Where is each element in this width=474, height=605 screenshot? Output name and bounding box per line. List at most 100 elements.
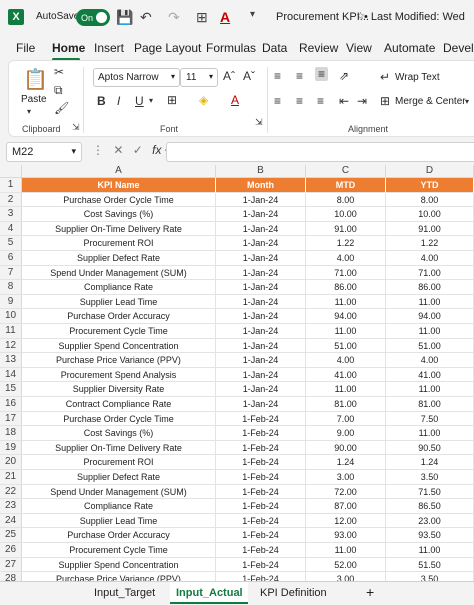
underline-dropdown-icon[interactable]: ▾: [149, 96, 153, 105]
save-icon[interactable]: 💾: [116, 9, 133, 26]
cell-ytd[interactable]: 93.50: [386, 528, 474, 543]
cell-ytd[interactable]: 81.00: [386, 397, 474, 412]
cell-mtd[interactable]: 41.00: [306, 367, 386, 383]
header-kpi-name[interactable]: KPI Name: [22, 178, 216, 193]
row-number[interactable]: 26: [0, 543, 22, 558]
align-top-icon[interactable]: ≡: [274, 69, 281, 83]
cell-kpi-name[interactable]: Supplier Defect Rate: [22, 251, 216, 266]
cell-mtd[interactable]: 10.00: [306, 207, 386, 222]
cell-month[interactable]: 1-Jan-24: [216, 382, 306, 397]
cell-ytd[interactable]: 11.00: [386, 382, 474, 397]
cell-ytd[interactable]: 3.50: [386, 470, 474, 485]
cell-mtd[interactable]: 91.00: [306, 221, 386, 237]
cell-month[interactable]: 1-Jan-24: [216, 192, 306, 208]
cell-kpi-name[interactable]: Purchase Order Cycle Time: [22, 411, 216, 427]
formula-input[interactable]: [166, 142, 474, 162]
cell-ytd[interactable]: 3.50: [386, 572, 474, 581]
row-number[interactable]: 14: [0, 367, 22, 383]
paste-icon[interactable]: 📋: [23, 67, 48, 92]
cell-ytd[interactable]: 1.24: [386, 455, 474, 470]
row-number[interactable]: 2: [0, 192, 22, 208]
italic-icon[interactable]: I: [117, 94, 120, 108]
orientation-icon[interactable]: ⇗: [339, 69, 349, 83]
cell-month[interactable]: 1-Jan-24: [216, 236, 306, 251]
paste-button[interactable]: Paste: [21, 94, 47, 105]
cell-kpi-name[interactable]: Cost Savings (%): [22, 207, 216, 222]
row-number[interactable]: 8: [0, 280, 22, 295]
cell-mtd[interactable]: 8.00: [306, 192, 386, 208]
font-color-icon[interactable]: A: [220, 9, 230, 25]
decrease-font-icon[interactable]: Aˇ: [243, 69, 255, 83]
increase-indent-icon[interactable]: ⇥: [357, 94, 367, 108]
row-number[interactable]: 18: [0, 426, 22, 441]
cell-kpi-name[interactable]: Purchase Price Variance (PPV): [22, 572, 216, 581]
insert-function-icon[interactable]: fx: [152, 143, 161, 157]
spreadsheet-grid[interactable]: A B C D 1 KPI Name Month MTD YTD 2 Purchase Or…: [0, 165, 474, 581]
cell-kpi-name[interactable]: Purchase Order Accuracy: [22, 528, 216, 543]
tab-page-layout[interactable]: Page Layout: [134, 41, 201, 55]
cell-kpi-name[interactable]: Cost Savings (%): [22, 426, 216, 441]
row-number[interactable]: 1: [0, 178, 22, 193]
cancel-icon[interactable]: ✕: [113, 143, 123, 157]
clipboard-dialog-launcher-icon[interactable]: ⇲: [72, 122, 80, 133]
align-bottom-icon[interactable]: ≡: [315, 67, 329, 81]
increase-font-icon[interactable]: Aˆ: [223, 69, 235, 83]
cell-month[interactable]: 1-Feb-24: [216, 455, 306, 470]
cell-month[interactable]: 1-Jan-24: [216, 397, 306, 412]
underline-icon[interactable]: U: [135, 94, 144, 108]
cell-month[interactable]: 1-Feb-24: [216, 543, 306, 558]
borders-icon[interactable]: ⊞: [167, 93, 177, 107]
header-month[interactable]: Month: [216, 178, 306, 193]
add-sheet-button[interactable]: +: [366, 584, 374, 600]
cell-mtd[interactable]: 3.00: [306, 470, 386, 485]
font-dialog-launcher-icon[interactable]: ⇲: [255, 117, 263, 128]
cell-ytd[interactable]: 23.00: [386, 513, 474, 529]
cut-icon[interactable]: ✂: [54, 65, 64, 79]
cell-kpi-name[interactable]: Supplier Diversity Rate: [22, 382, 216, 397]
cell-kpi-name[interactable]: Purchase Price Variance (PPV): [22, 353, 216, 368]
font-size-select[interactable]: 11 ▾: [180, 68, 218, 87]
paste-dropdown-icon[interactable]: ▾: [27, 107, 31, 116]
cell-month[interactable]: 1-Feb-24: [216, 528, 306, 543]
row-number[interactable]: 6: [0, 251, 22, 266]
cell-ytd[interactable]: 94.00: [386, 309, 474, 324]
cell-month[interactable]: 1-Feb-24: [216, 557, 306, 573]
cell-mtd[interactable]: 1.22: [306, 236, 386, 251]
row-number[interactable]: 17: [0, 411, 22, 427]
row-number[interactable]: 16: [0, 397, 22, 412]
cell-month[interactable]: 1-Jan-24: [216, 294, 306, 310]
cell-mtd[interactable]: 52.00: [306, 557, 386, 573]
cell-ytd[interactable]: 71.00: [386, 265, 474, 281]
cell-kpi-name[interactable]: Supplier Spend Concentration: [22, 338, 216, 354]
cell-month[interactable]: 1-Jan-24: [216, 367, 306, 383]
customize-qat-icon[interactable]: ▾: [250, 9, 255, 20]
column-header-a[interactable]: A: [22, 165, 216, 178]
row-number[interactable]: 21: [0, 470, 22, 485]
cell-kpi-name[interactable]: Procurement Spend Analysis: [22, 367, 216, 383]
cell-mtd[interactable]: 81.00: [306, 397, 386, 412]
font-name-select[interactable]: Aptos Narrow ▾: [93, 68, 180, 87]
tab-view[interactable]: View: [346, 41, 372, 55]
row-number[interactable]: 10: [0, 309, 22, 324]
row-number[interactable]: 5: [0, 236, 22, 251]
cell-ytd[interactable]: 86.50: [386, 499, 474, 514]
cell-kpi-name[interactable]: Supplier Spend Concentration: [22, 557, 216, 573]
align-center-icon[interactable]: ≡: [296, 94, 303, 108]
cell-month[interactable]: 1-Jan-24: [216, 309, 306, 324]
borders-icon[interactable]: ⊞: [196, 9, 208, 26]
cell-ytd[interactable]: 4.00: [386, 353, 474, 368]
row-number[interactable]: 12: [0, 338, 22, 354]
cell-kpi-name[interactable]: Purchase Order Cycle Time: [22, 192, 216, 208]
cell-ytd[interactable]: 8.00: [386, 192, 474, 208]
cell-ytd[interactable]: 11.00: [386, 294, 474, 310]
cell-month[interactable]: 1-Jan-24: [216, 338, 306, 354]
row-number[interactable]: 28: [0, 572, 22, 581]
cell-mtd[interactable]: 11.00: [306, 382, 386, 397]
cell-ytd[interactable]: 86.00: [386, 280, 474, 295]
row-number[interactable]: 25: [0, 528, 22, 543]
row-number[interactable]: 19: [0, 440, 22, 456]
cell-month[interactable]: 1-Jan-24: [216, 265, 306, 281]
cell-mtd[interactable]: 11.00: [306, 324, 386, 339]
cell-kpi-name[interactable]: Supplier Defect Rate: [22, 470, 216, 485]
cell-mtd[interactable]: 90.00: [306, 440, 386, 456]
